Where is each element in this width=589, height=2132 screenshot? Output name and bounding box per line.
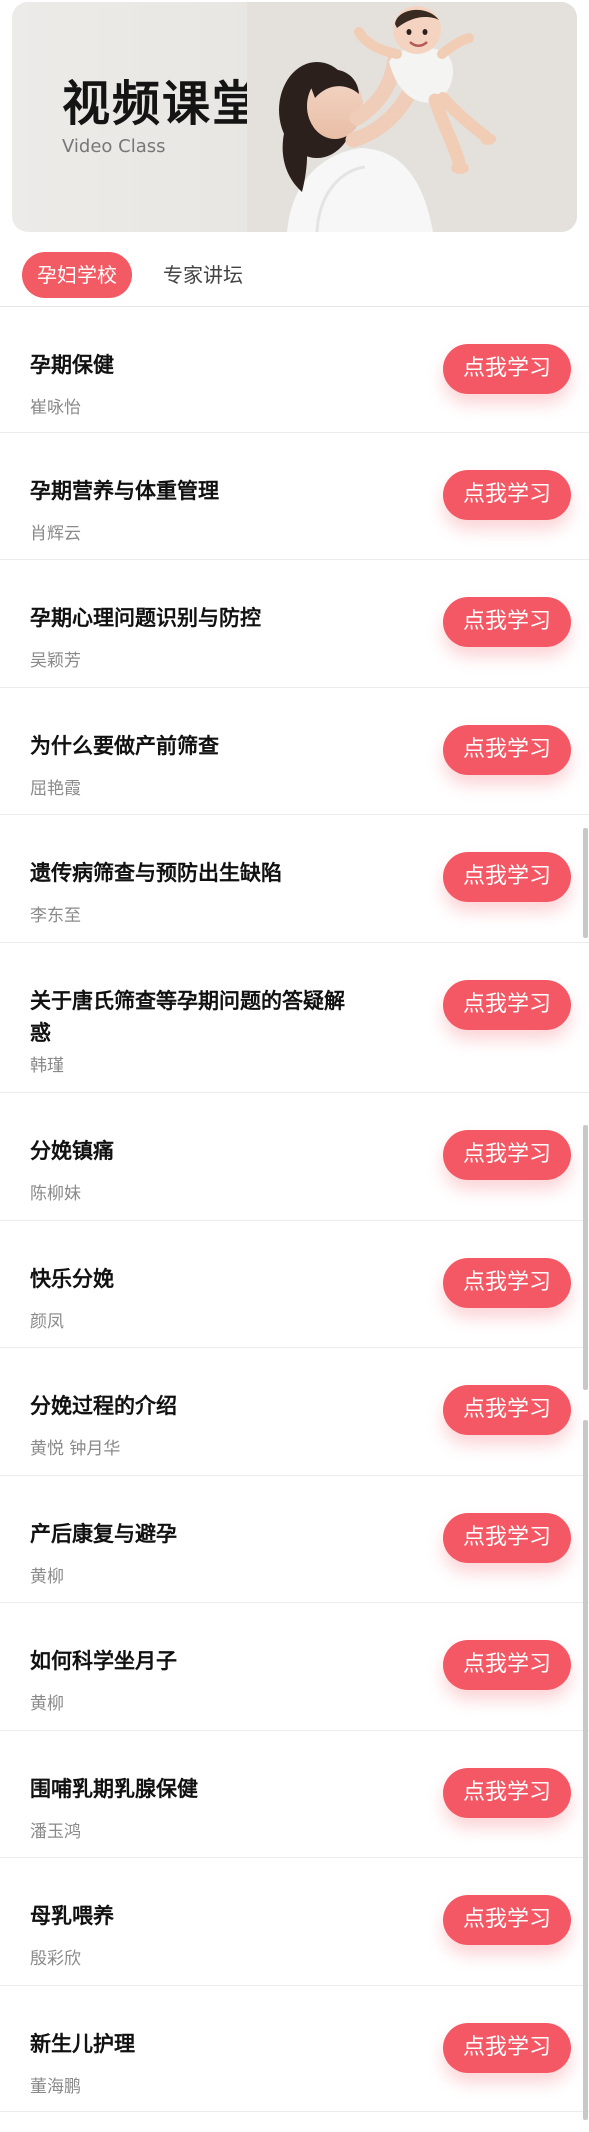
course-author: 黄柳 [30,1694,64,1714]
tab-expert-forum[interactable]: 专家讲坛 [148,252,258,298]
study-button[interactable]: 点我学习 [443,1130,571,1180]
course-row[interactable]: 孕期保健 崔咏怡 点我学习 [0,307,589,433]
course-row[interactable]: 遗传病筛查与预防出生缺陷 李东至 点我学习 [0,815,589,943]
study-button[interactable]: 点我学习 [443,1895,571,1945]
course-row[interactable]: 围哺乳期乳腺保健 潘玉鸿 点我学习 [0,1731,589,1858]
study-button[interactable]: 点我学习 [443,1385,571,1435]
course-title: 遗传病筛查与预防出生缺陷 [30,861,282,885]
study-button[interactable]: 点我学习 [443,1513,571,1563]
study-button[interactable]: 点我学习 [443,597,571,647]
category-tabs: 孕妇学校 专家讲坛 [0,252,589,308]
video-class-banner: 视频课堂 Video Class [12,2,577,232]
course-author: 陈柳妹 [30,1184,81,1204]
scrollbar-track-segment [583,1420,588,2120]
course-author: 潘玉鸿 [30,1822,81,1842]
course-author: 李东至 [30,906,81,926]
study-button[interactable]: 点我学习 [443,2023,571,2073]
course-author: 崔咏怡 [30,398,81,418]
mother-baby-photo [247,2,577,232]
study-button[interactable]: 点我学习 [443,1258,571,1308]
course-title: 如何科学坐月子 [30,1649,177,1673]
tab-pregnancy-school[interactable]: 孕妇学校 [22,252,132,298]
course-row[interactable]: 新生儿护理 董海鹏 点我学习 [0,1986,589,2112]
study-button[interactable]: 点我学习 [443,470,571,520]
course-title: 分娩镇痛 [30,1139,114,1163]
course-title: 快乐分娩 [30,1267,114,1291]
course-row[interactable]: 如何科学坐月子 黄柳 点我学习 [0,1603,589,1731]
scrollbar-track-segment [583,1125,588,1390]
course-title: 孕期营养与体重管理 [30,479,219,503]
course-row[interactable]: 产后康复与避孕 黄柳 点我学习 [0,1476,589,1603]
course-row[interactable]: 母乳喂养 殷彩欣 点我学习 [0,1858,589,1986]
study-button[interactable]: 点我学习 [443,852,571,902]
course-author: 肖辉云 [30,524,81,544]
course-list: 孕期保健 崔咏怡 点我学习 孕期营养与体重管理 肖辉云 点我学习 孕期心理问题识… [0,307,589,2112]
course-title: 围哺乳期乳腺保健 [30,1777,198,1801]
study-button[interactable]: 点我学习 [443,1640,571,1690]
study-button[interactable]: 点我学习 [443,344,571,394]
course-author: 颜凤 [30,1312,64,1332]
course-title: 孕期保健 [30,353,114,377]
course-author: 屈艳霞 [30,779,81,799]
study-button[interactable]: 点我学习 [443,980,571,1030]
banner-subtitle: Video Class [62,136,166,157]
study-button[interactable]: 点我学习 [443,725,571,775]
course-title: 产后康复与避孕 [30,1522,177,1546]
course-author: 吴颖芳 [30,651,81,671]
course-row[interactable]: 孕期营养与体重管理 肖辉云 点我学习 [0,433,589,560]
course-author: 殷彩欣 [30,1949,81,1969]
scrollbar-thumb[interactable] [583,828,588,938]
course-author: 黄悦 钟月华 [30,1439,121,1459]
course-row[interactable]: 快乐分娩 颜凤 点我学习 [0,1221,589,1348]
course-row[interactable]: 分娩镇痛 陈柳妹 点我学习 [0,1093,589,1221]
course-author: 黄柳 [30,1567,64,1587]
course-title: 母乳喂养 [30,1904,114,1928]
course-author: 董海鹏 [30,2077,81,2097]
banner-title: 视频课堂 [62,76,263,132]
course-title: 孕期心理问题识别与防控 [30,606,261,630]
course-row[interactable]: 为什么要做产前筛查 屈艳霞 点我学习 [0,688,589,815]
course-title: 为什么要做产前筛查 [30,734,219,758]
course-row[interactable]: 分娩过程的介绍 黄悦 钟月华 点我学习 [0,1348,589,1476]
course-title: 分娩过程的介绍 [30,1394,177,1418]
course-row[interactable]: 孕期心理问题识别与防控 吴颖芳 点我学习 [0,560,589,688]
course-author: 韩瑾 [30,1056,64,1076]
course-title: 关于唐氏筛查等孕期问题的答疑解惑 [30,989,345,1045]
study-button[interactable]: 点我学习 [443,1768,571,1818]
course-title: 新生儿护理 [30,2032,135,2056]
course-row[interactable]: 关于唐氏筛查等孕期问题的答疑解惑 韩瑾 点我学习 [0,943,589,1093]
